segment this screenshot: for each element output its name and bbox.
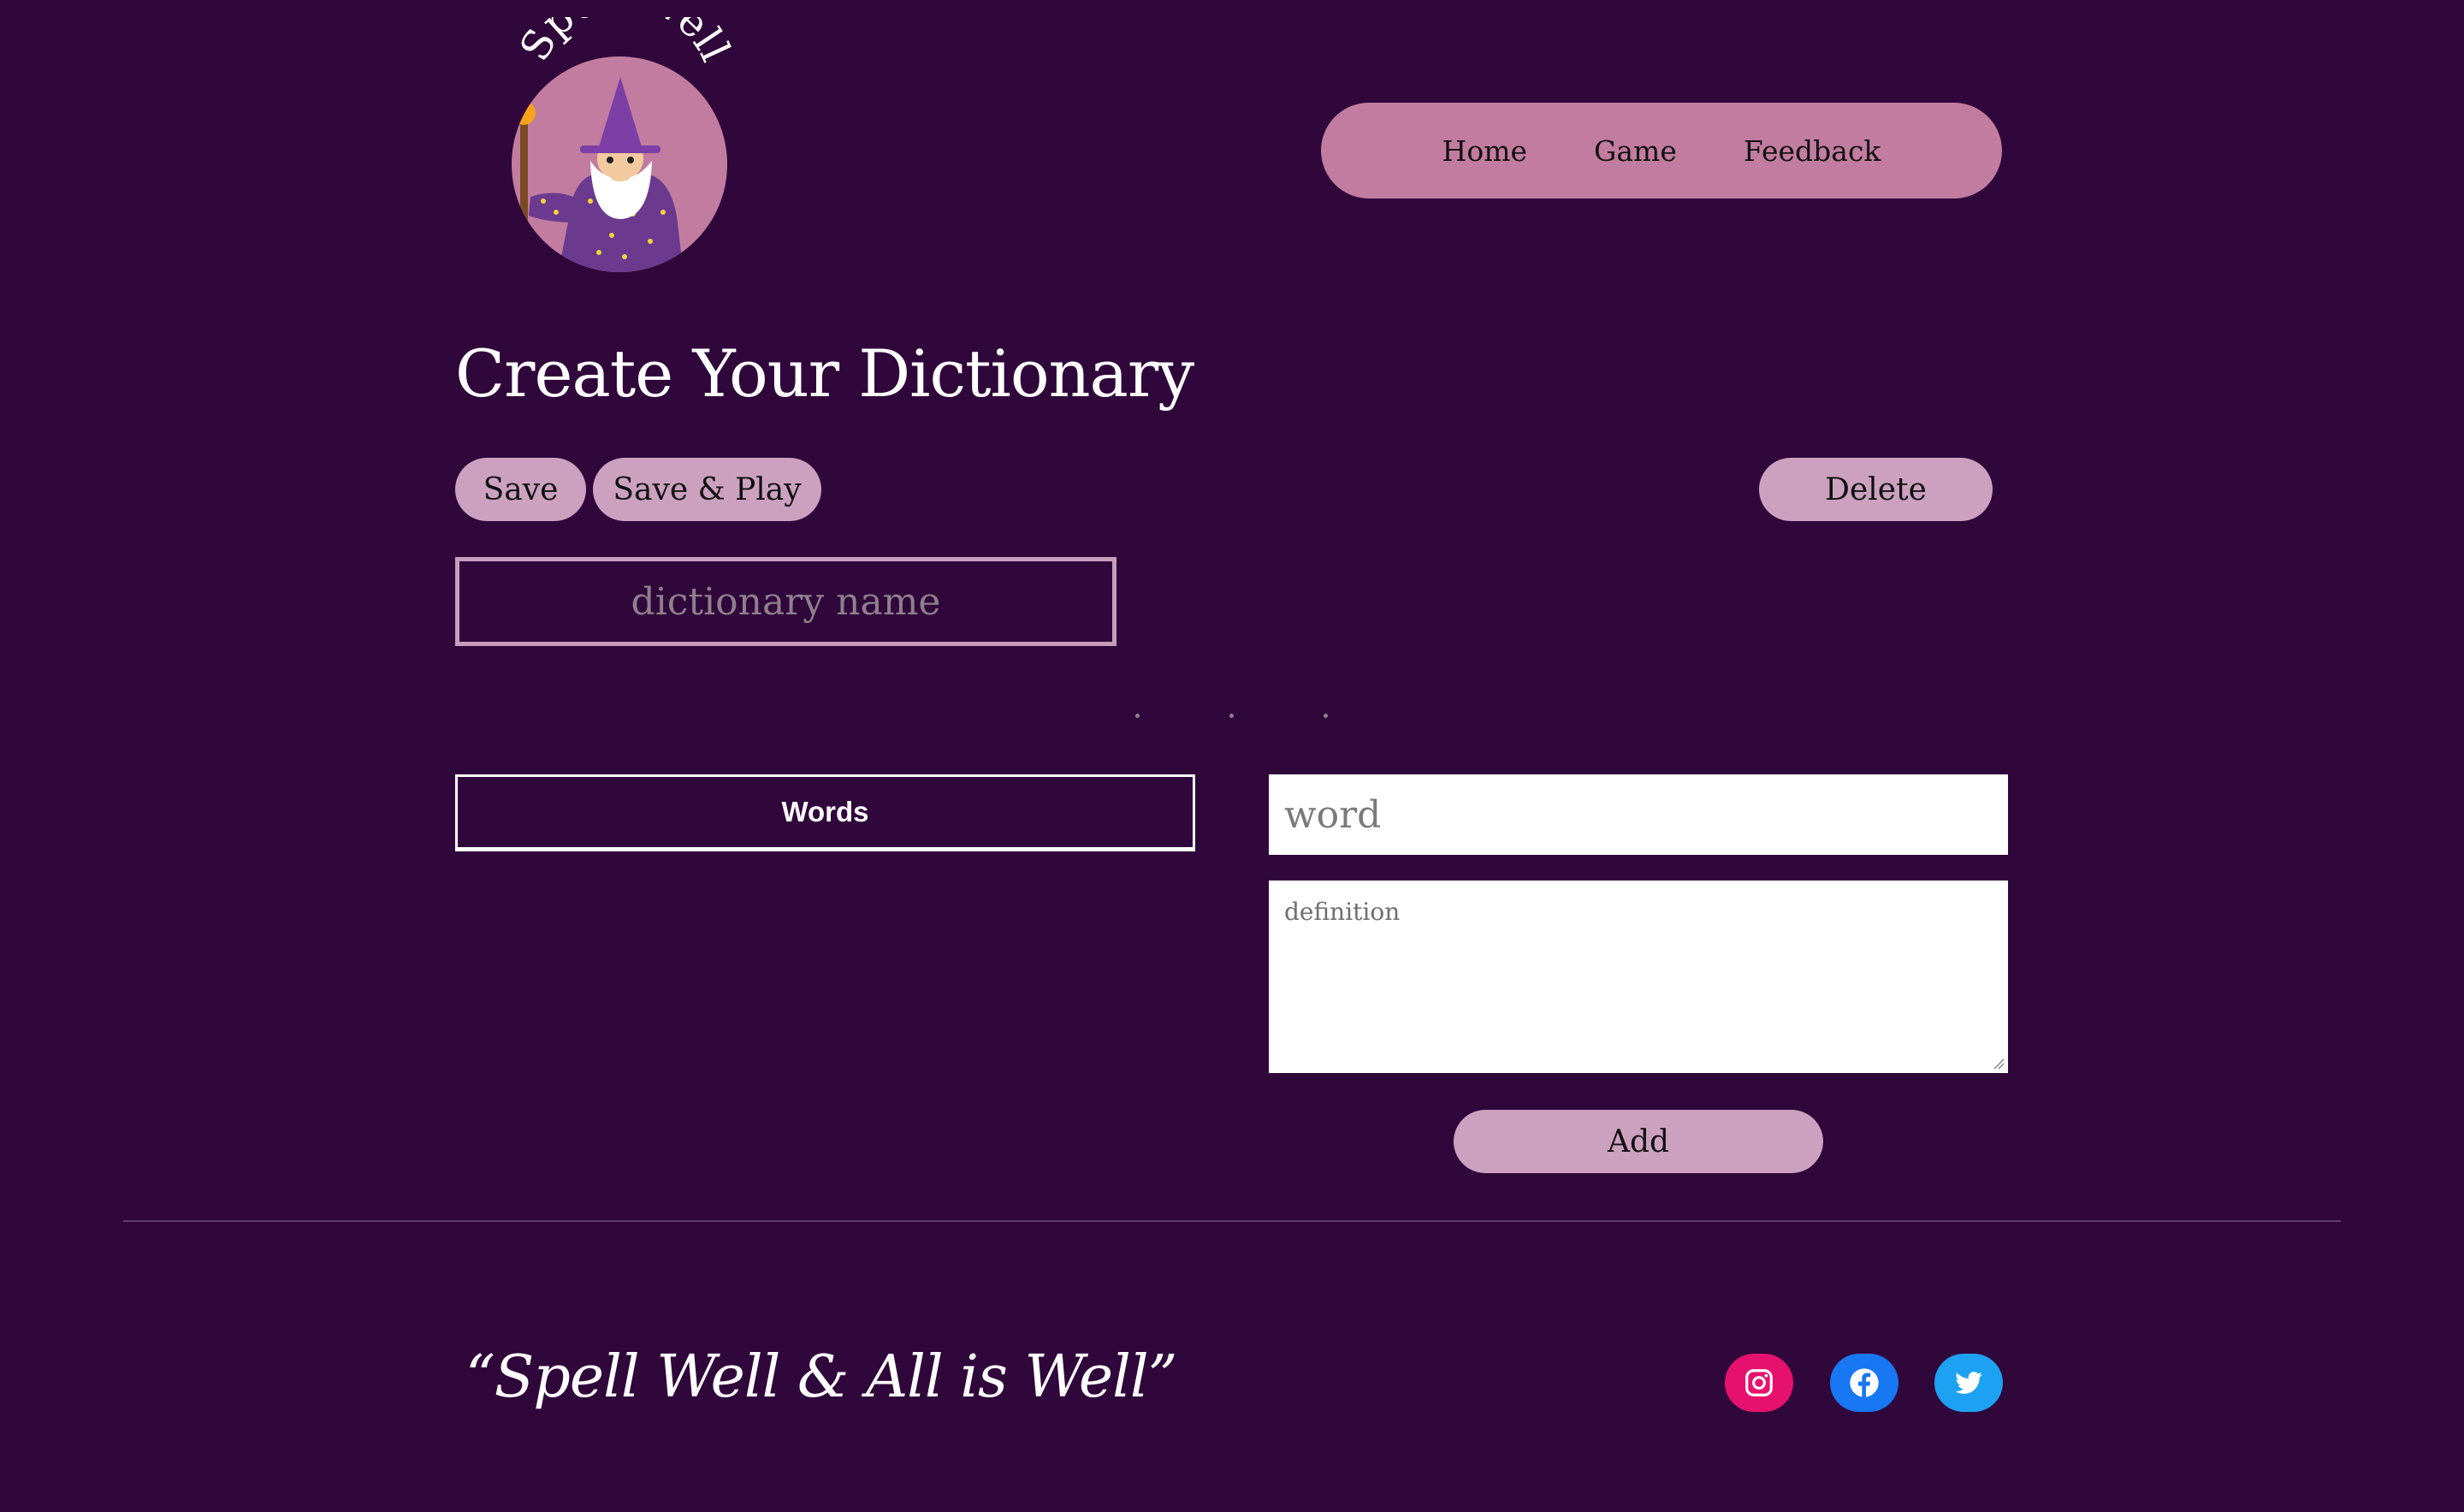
facebook-link[interactable] bbox=[1830, 1354, 1898, 1412]
words-list-header: Words bbox=[455, 774, 1195, 851]
logo[interactable]: Spell Well bbox=[496, 17, 753, 274]
dictionary-name-input[interactable]: dictionary name bbox=[455, 557, 1116, 646]
delete-button[interactable]: Delete bbox=[1759, 458, 1993, 521]
definition-textarea[interactable]: definition bbox=[1269, 881, 2008, 1073]
instagram-icon bbox=[1745, 1369, 1773, 1396]
definition-placeholder: definition bbox=[1284, 898, 1401, 926]
page-title: Create Your Dictionary bbox=[455, 335, 1194, 412]
nav-game-link[interactable]: Game bbox=[1594, 134, 1677, 168]
nav-feedback-link[interactable]: Feedback bbox=[1744, 134, 1881, 168]
twitter-icon bbox=[1955, 1372, 1982, 1394]
twitter-link[interactable] bbox=[1934, 1354, 2003, 1412]
word-input[interactable]: word bbox=[1269, 774, 2008, 855]
instagram-link[interactable] bbox=[1725, 1354, 1793, 1412]
save-and-play-button[interactable]: Save & Play bbox=[593, 458, 821, 521]
divider-dot bbox=[1229, 714, 1234, 718]
facebook-icon bbox=[1850, 1368, 1879, 1397]
add-word-button[interactable]: Add bbox=[1454, 1110, 1823, 1173]
footer-divider bbox=[123, 1220, 2341, 1222]
divider-dot bbox=[1135, 714, 1140, 718]
main-nav: Home Game Feedback bbox=[1321, 103, 2002, 199]
nav-home-link[interactable]: Home bbox=[1442, 134, 1527, 168]
save-button[interactable]: Save bbox=[455, 458, 586, 521]
resize-handle-icon[interactable] bbox=[1993, 1058, 2005, 1070]
divider-dot bbox=[1324, 714, 1328, 718]
footer-tagline: “Spell Well & All is Well” bbox=[465, 1343, 1177, 1411]
